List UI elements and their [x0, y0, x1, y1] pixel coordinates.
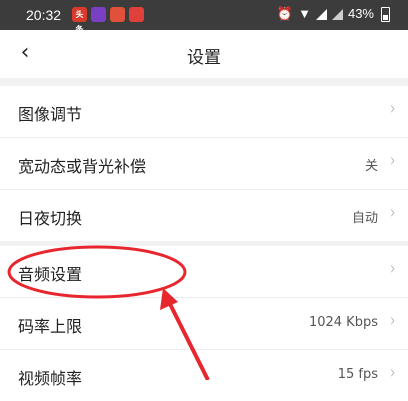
battery-percent: 43%: [347, 6, 374, 21]
alarm-icon: ⏰: [276, 6, 294, 21]
chevron-right-icon: ›: [389, 202, 395, 223]
setting-row-image-adjust[interactable]: 图像调节 ›: [0, 86, 408, 138]
signal-icon: [315, 8, 327, 20]
setting-label: 码率上限: [18, 317, 83, 336]
setting-value: 自动: [351, 211, 378, 226]
setting-row-wdr-backlight[interactable]: 宽动态或背光补偿 关 ›: [0, 138, 408, 190]
game-app-icon: [110, 7, 125, 22]
settings-group-stream: 音频设置 › 码率上限 1024 Kbps › 视频帧率 15 fps ›: [0, 246, 408, 401]
clock: 20:32: [26, 7, 62, 23]
setting-label: 宽动态或背光补偿: [18, 157, 147, 176]
setting-value: 1024 Kbps: [308, 315, 378, 330]
news-app-icon: 头条: [72, 7, 87, 34]
wifi-icon: ▼: [298, 6, 311, 21]
chat-app-icon: [129, 7, 144, 22]
setting-row-audio[interactable]: 音频设置 ›: [0, 246, 408, 298]
setting-value: 关: [364, 159, 378, 174]
chevron-right-icon: ›: [389, 98, 395, 119]
page-title: 设置: [187, 48, 221, 68]
settings-group-image: 图像调节 › 宽动态或背光补偿 关 › 日夜切换 自动 ›: [0, 86, 408, 241]
setting-label: 视频帧率: [18, 369, 83, 388]
chevron-right-icon: ›: [389, 258, 395, 279]
setting-row-bitrate[interactable]: 码率上限 1024 Kbps ›: [0, 298, 408, 350]
setting-label: 图像调节: [18, 105, 83, 124]
setting-row-day-night[interactable]: 日夜切换 自动 ›: [0, 190, 408, 241]
chevron-right-icon: ›: [389, 150, 395, 171]
signal-icon-2: [331, 8, 343, 20]
battery-icon: [381, 6, 390, 22]
chevron-right-icon: ›: [389, 310, 395, 331]
status-bar: 20:32 头条 ⏰ ▼ 43%: [0, 0, 408, 34]
app-header: ‹ 设置: [0, 30, 408, 78]
setting-label: 日夜切换: [18, 209, 83, 228]
video-app-icon: [91, 7, 106, 22]
setting-label: 音频设置: [18, 265, 83, 284]
setting-row-framerate[interactable]: 视频帧率 15 fps ›: [0, 350, 408, 401]
